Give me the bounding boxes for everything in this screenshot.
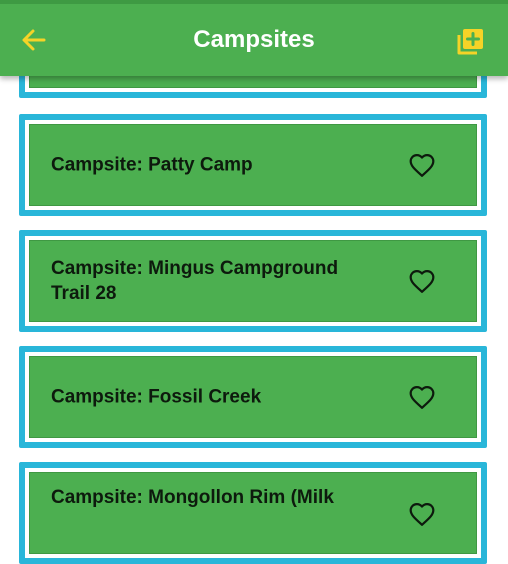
campsite-card-body: Campsite: Mongollon Rim (Milk — [29, 472, 477, 554]
campsite-name: Campsite: Mongollon Rim (Milk — [51, 487, 334, 508]
campsite-name: Campsite: Patty Camp — [51, 154, 253, 176]
campsite-card-body: Campsite: Fossil Creek — [29, 356, 477, 438]
app-bar: Campsites — [0, 0, 508, 76]
add-campsite-button[interactable] — [452, 24, 488, 58]
campsite-card-body: Campsite: Mingus Campground Trail 28 — [29, 240, 477, 322]
campsite-card[interactable]: Campsite: Fossil Creek — [19, 346, 487, 448]
add-box-icon — [457, 29, 483, 55]
campsite-card[interactable]: Campsite: Mongollon Rim (Milk — [19, 462, 487, 564]
heart-outline-icon[interactable] — [408, 384, 436, 410]
campsite-name: Campsite: Mingus Campground Trail 28 — [51, 258, 339, 304]
campsite-card[interactable]: Campsite: Mingus Campground Trail 28 — [19, 230, 487, 332]
heart-outline-icon[interactable] — [408, 501, 436, 527]
campsite-card-body: Campsite: Patty Camp — [29, 124, 477, 206]
page-title: Campsites — [193, 26, 315, 53]
heart-outline-icon[interactable] — [408, 268, 436, 294]
campsite-card[interactable]: Campsite: Patty Camp — [19, 114, 487, 216]
heart-outline-icon[interactable] — [408, 152, 436, 178]
campsite-name: Campsite: Fossil Creek — [51, 386, 262, 408]
